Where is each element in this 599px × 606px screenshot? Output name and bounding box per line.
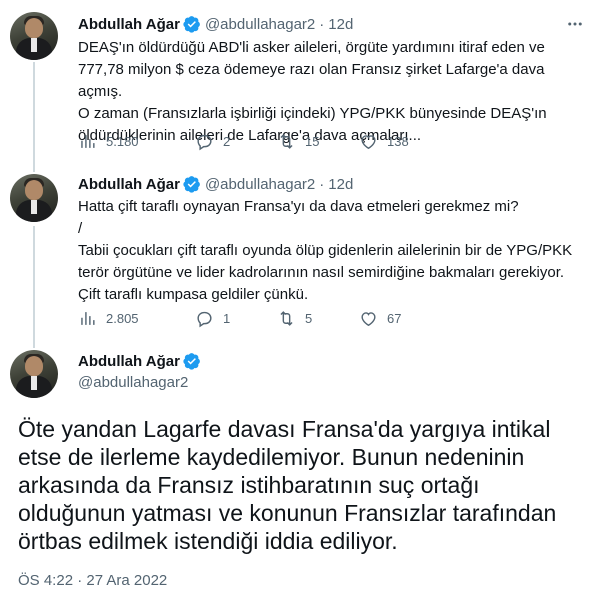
views-count: 5.180 — [106, 133, 139, 149]
verified-badge-icon — [183, 353, 200, 370]
tweet-text: Öte yandan Lagarfe davası Fransa'da yarg… — [18, 416, 557, 554]
retweet-button[interactable]: 5 — [277, 308, 312, 328]
reply-count: 1 — [223, 310, 231, 326]
verified-badge-icon — [183, 16, 200, 33]
analytics-icon — [81, 311, 95, 325]
avatar[interactable] — [10, 174, 58, 222]
retweet-count: 15 — [305, 133, 320, 149]
separator-dot: · — [319, 175, 325, 193]
tweet-actions: 5.180 2 15 138 — [78, 131, 558, 151]
tweet[interactable]: Abdullah Ağar @abdullahagar2 · 12d Hatta… — [0, 172, 599, 348]
separator-dot: · — [319, 15, 325, 33]
tweet-text: Hatta çift taraflı oynayan Fransa'yı da … — [78, 198, 573, 303]
tweet-header: Abdullah Ağar @abdullahagar2 · 12d — [78, 174, 353, 194]
like-button[interactable]: 67 — [359, 308, 401, 328]
like-count: 67 — [387, 310, 402, 326]
tweet-timestamp[interactable]: ÖS 4:22 · 27 Ara 2022 — [18, 572, 167, 589]
analytics-icon — [81, 134, 95, 148]
retweet-button[interactable]: 15 — [277, 131, 319, 151]
tweet-header: Abdullah Ağar @abdullahagar2 · 12d — [78, 14, 353, 34]
author-name[interactable]: Abdullah Ağar — [78, 353, 180, 370]
author-name-row: Abdullah Ağar — [78, 352, 201, 370]
reply-button[interactable]: 2 — [195, 131, 230, 151]
avatar[interactable] — [10, 12, 58, 60]
retweet-icon — [280, 133, 293, 149]
reply-icon — [197, 311, 212, 327]
like-count: 138 — [387, 133, 409, 149]
tweet-actions: 2.805 1 5 67 — [78, 308, 558, 328]
reply-button[interactable]: 1 — [195, 308, 230, 328]
views-action[interactable]: 5.180 — [78, 131, 139, 151]
views-count: 2.805 — [106, 310, 139, 326]
author-handle[interactable]: @abdullahagar2 — [205, 16, 315, 33]
tweet-time[interactable]: 12d — [328, 16, 353, 33]
avatar[interactable] — [10, 350, 58, 398]
heart-icon — [361, 134, 376, 149]
reply-count: 2 — [223, 133, 231, 149]
author-handle[interactable]: @abdullahagar2 — [78, 374, 188, 391]
reply-icon — [197, 134, 212, 150]
author-handle[interactable]: @abdullahagar2 — [205, 176, 315, 193]
author-name[interactable]: Abdullah Ağar — [78, 16, 180, 33]
retweet-count: 5 — [305, 310, 313, 326]
views-action[interactable]: 2.805 — [78, 308, 139, 328]
verified-badge-icon — [183, 176, 200, 193]
tweet-time[interactable]: 12d — [328, 176, 353, 193]
more-dots-icon[interactable] — [565, 14, 585, 34]
retweet-icon — [280, 310, 293, 326]
like-button[interactable]: 138 — [359, 131, 409, 151]
author-name[interactable]: Abdullah Ağar — [78, 176, 180, 193]
tweet[interactable]: Abdullah Ağar @abdullahagar2 · 12d DEAŞ'… — [0, 0, 599, 172]
heart-icon — [361, 311, 376, 326]
